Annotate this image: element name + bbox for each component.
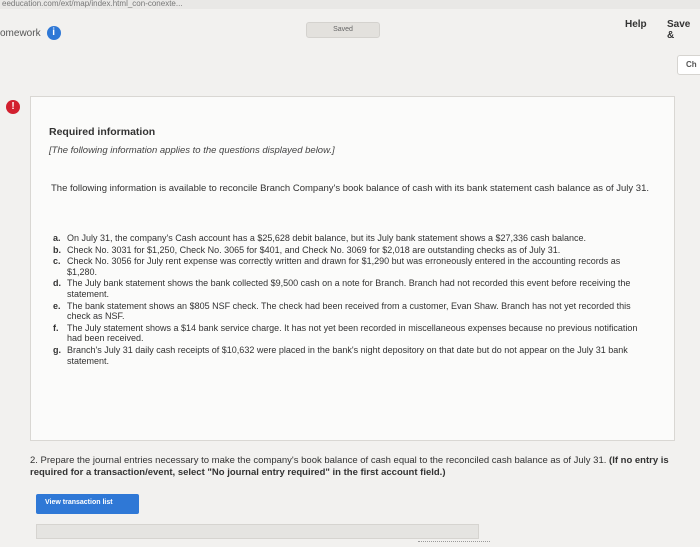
saved-status: Saved (306, 22, 380, 38)
list-item: b. Check No. 3031 for $1,250, Check No. 3… (53, 245, 651, 256)
homework-label: omework (0, 27, 41, 39)
item-text: Check No. 3031 for $1,250, Check No. 306… (67, 244, 561, 255)
item-label: d. (53, 278, 61, 289)
item-text: The July bank statement shows the bank c… (67, 278, 631, 299)
item-text: The July statement shows a $14 bank serv… (67, 322, 638, 344)
item-label: e. (53, 300, 61, 311)
item-label: a. (53, 233, 61, 243)
item-label: g. (53, 344, 61, 355)
item-label: f. (53, 322, 59, 333)
list-item: e. The bank statement shows an $805 NSF c… (53, 301, 651, 322)
homework-header: omework i (0, 26, 61, 40)
item-text: The bank statement shows an $805 NSF che… (67, 300, 631, 322)
transaction-list: a. On July 31, the company's Cash account… (53, 233, 651, 367)
list-item: f. The July statement shows a $14 bank se… (53, 323, 651, 344)
item-label: c. (53, 256, 61, 267)
help-link[interactable]: Help (625, 19, 647, 30)
browser-url-bar[interactable]: eeducation.com/ext/map/index.html_con-co… (0, 0, 700, 9)
check-work-label: Ch (686, 60, 697, 69)
view-transaction-list-button[interactable]: View transaction list (36, 494, 139, 514)
item-label: b. (53, 244, 61, 255)
item-text: Branch's July 31 daily cash receipts of … (67, 344, 628, 366)
panel-intro: The following information is available t… (51, 183, 649, 194)
question-text: 2. Prepare the journal entries necessary… (30, 455, 607, 466)
list-item: a. On July 31, the company's Cash account… (53, 233, 651, 244)
list-item: d. The July bank statement shows the bank… (53, 278, 651, 299)
url-text: eeducation.com/ext/map/index.html_con-co… (2, 0, 183, 8)
save-exit-button[interactable]: Save & (667, 19, 700, 41)
required-information-panel: Required information [The following info… (30, 96, 675, 441)
info-icon[interactable]: i (46, 26, 61, 40)
list-item: c. Check No. 3056 for July rent expense w… (53, 256, 651, 277)
journal-entry-bar[interactable] (36, 524, 479, 539)
item-text: Check No. 3056 for July rent expense was… (67, 256, 621, 277)
alert-icon: ! (6, 100, 20, 114)
item-text: On July 31, the company's Cash account h… (67, 233, 587, 243)
view-transaction-list-label: View transaction list (45, 499, 113, 506)
question-prompt: 2. Prepare the journal entries necessary… (30, 455, 680, 478)
panel-title: Required information (49, 126, 156, 138)
list-item: g. Branch's July 31 daily cash receipts o… (53, 345, 651, 366)
check-work-button[interactable]: Ch (677, 55, 700, 75)
dotted-divider (418, 541, 490, 542)
panel-subtitle: [The following information applies to th… (49, 145, 335, 156)
